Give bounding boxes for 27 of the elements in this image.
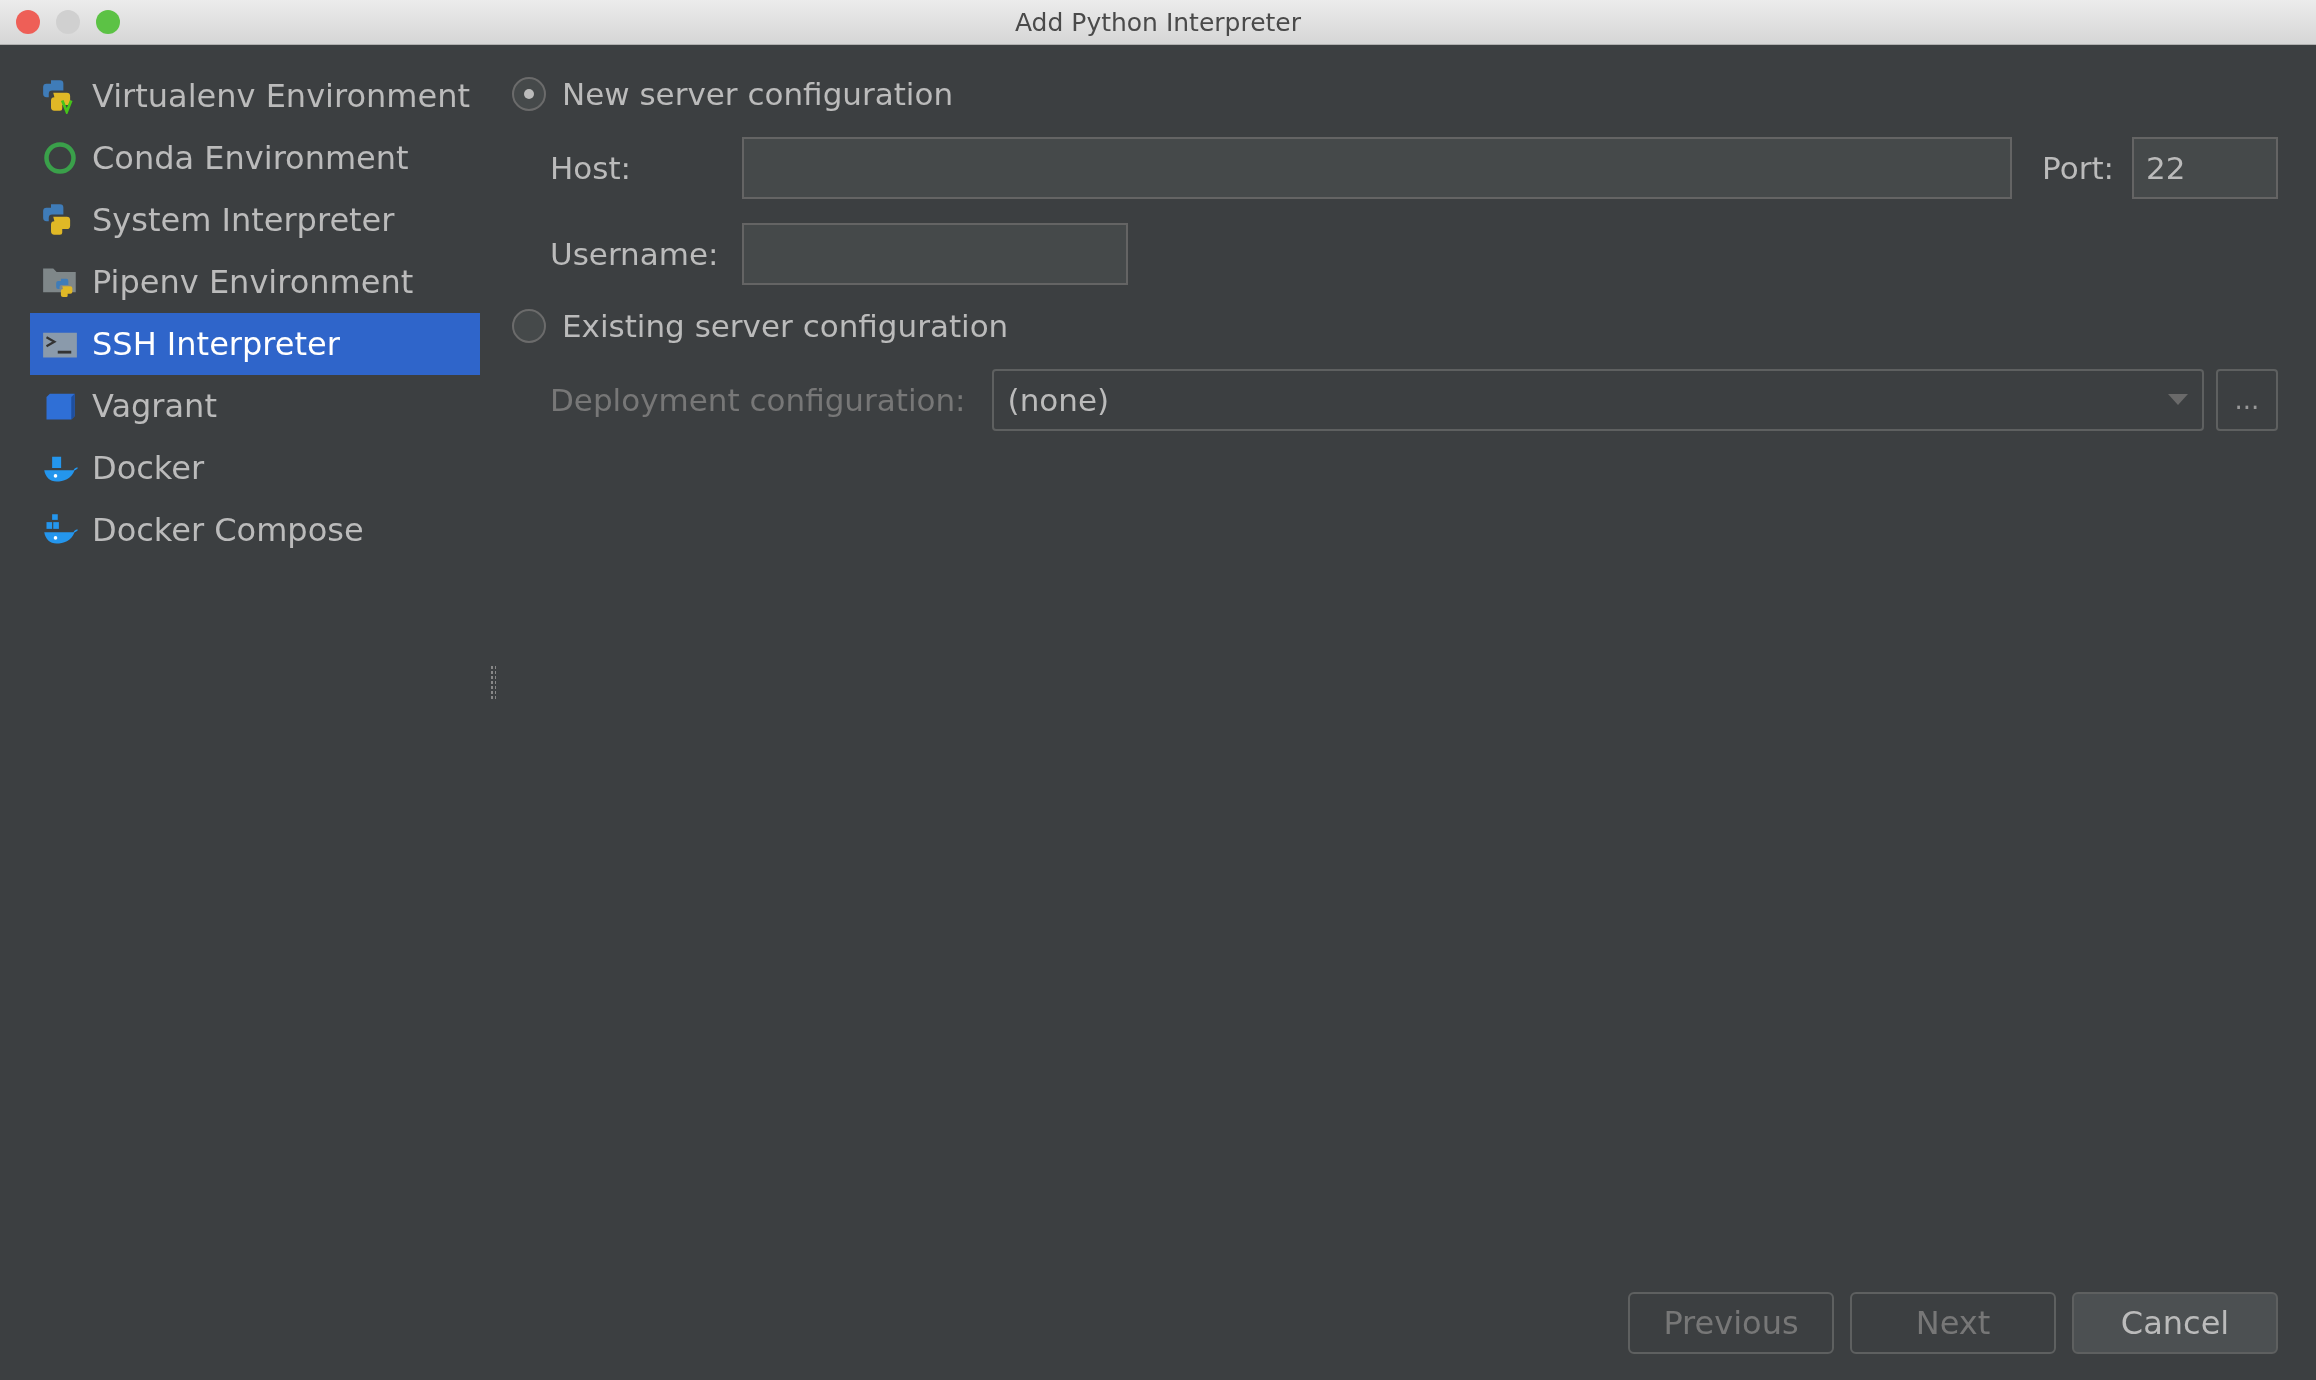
sidebar-item[interactable]: Vagrant: [30, 375, 480, 437]
field-label: Host:: [550, 150, 633, 186]
sidebar-item[interactable]: Virtualenv Environment: [30, 65, 480, 127]
zoom-button[interactable]: [96, 10, 120, 34]
username-field[interactable]: [742, 223, 1128, 285]
sidebar-item[interactable]: Docker: [30, 437, 480, 499]
close-button[interactable]: [16, 10, 40, 34]
port-field[interactable]: 22: [2132, 137, 2278, 199]
field-label: Username:: [550, 236, 720, 272]
sidebar-item[interactable]: Conda Environment: [30, 127, 480, 189]
radio-option[interactable]: Existing server configuration: [512, 299, 2278, 353]
radio-button[interactable]: [512, 77, 546, 111]
sidebar-item[interactable]: Pipenv Environment: [30, 251, 480, 313]
radio-option[interactable]: New server configuration: [512, 67, 2278, 121]
ring-icon: [42, 140, 78, 176]
host-field[interactable]: [742, 137, 2013, 199]
caret-icon: [2168, 394, 2188, 406]
splitter-handle[interactable]: [490, 665, 496, 699]
window-title: Add Python Interpreter: [1014, 7, 1302, 37]
field-label: Deployment configuration:: [550, 382, 966, 418]
field-label: Port:: [2042, 150, 2114, 186]
sidebar-item[interactable]: SSH Interpreter: [30, 313, 480, 375]
sidebar-item[interactable]: System Interpreter: [30, 189, 480, 251]
radio-button[interactable]: [512, 309, 546, 343]
minimize-button[interactable]: [56, 10, 80, 34]
sidebar-item[interactable]: Docker Compose: [30, 499, 480, 561]
dialog-button[interactable]: Cancel: [2072, 1292, 2278, 1354]
